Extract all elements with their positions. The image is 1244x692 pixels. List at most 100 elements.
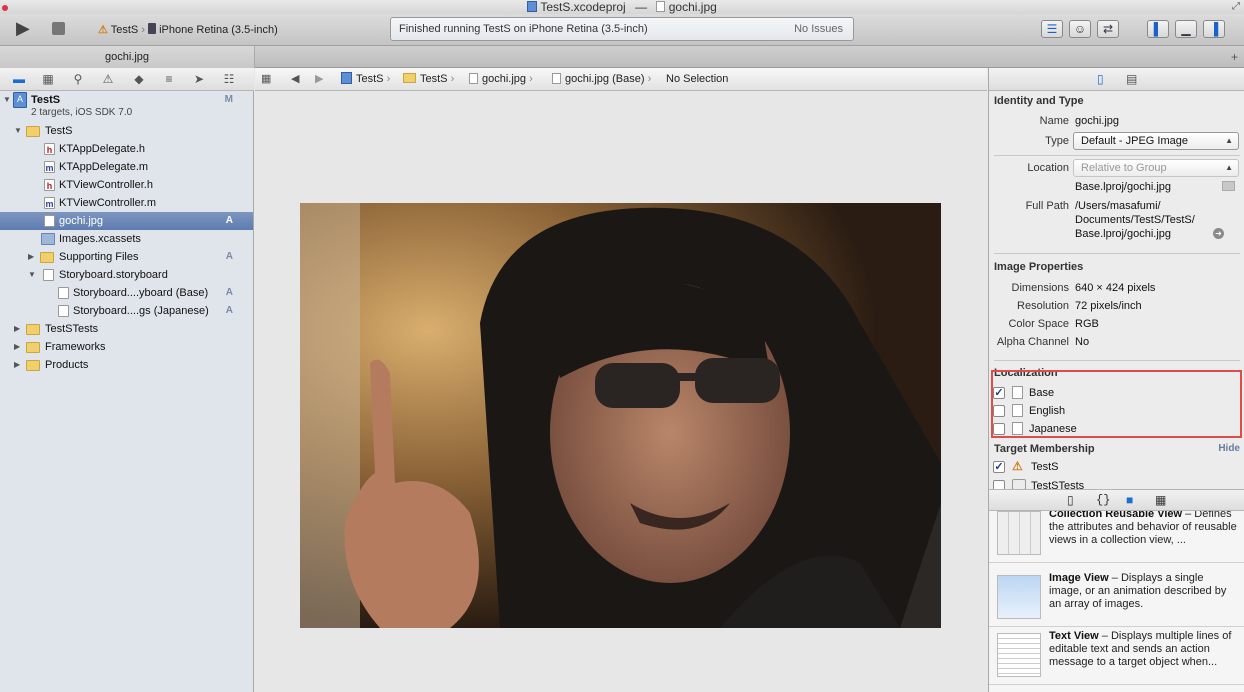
type-popup-value: Default - JPEG Image (1081, 135, 1188, 147)
breadcrumb-group[interactable]: TestS › (403, 68, 454, 90)
assistant-editor-button[interactable]: ☺ (1069, 20, 1091, 38)
toolbar: ▶ ⚠ TestS › iPhone Retina (3.5-inch) Fin… (0, 14, 1244, 46)
type-popup[interactable]: Default - JPEG Image ▲ (1073, 132, 1239, 150)
image-properties-title: Image Properties (994, 261, 1084, 273)
related-items-icon[interactable]: ▦ (261, 68, 271, 90)
toggle-utilities-button[interactable]: ▐ (1203, 20, 1225, 38)
disclosure-open-icon[interactable]: ▼ (14, 122, 24, 140)
file-template-icon[interactable]: ▯ (1067, 493, 1074, 507)
issues-text[interactable]: No Issues (794, 18, 843, 40)
alpha-label: Alpha Channel (996, 336, 1069, 348)
localization-label-base: Base (1029, 387, 1055, 399)
header-file-icon: h (44, 143, 55, 155)
log-navigator-icon[interactable]: ☷ (221, 72, 237, 86)
tree-item-label: Products (45, 359, 89, 371)
disclosure-closed-icon[interactable]: ▶ (14, 338, 24, 356)
window-controls[interactable] (2, 0, 11, 14)
project-navigator-icon[interactable]: ▬ (11, 72, 27, 86)
reveal-folder-icon[interactable] (1222, 181, 1235, 191)
library-item-image-view[interactable]: Image View – Displays a single image, or… (989, 569, 1244, 627)
location-popup[interactable]: Relative to Group ▲ (1073, 159, 1239, 177)
close-window-button[interactable] (2, 5, 8, 11)
title-separator: – (1108, 572, 1121, 584)
standard-editor-button[interactable]: ☰ (1041, 20, 1063, 38)
name-label: Name (1039, 115, 1069, 127)
localization-checkbox-japanese[interactable] (993, 423, 1005, 435)
toggle-debug-area-button[interactable]: ▁ (1175, 20, 1197, 38)
project-subtitle: 2 targets, iOS SDK 7.0 (31, 107, 133, 118)
tree-item-images-xcassets[interactable]: Images.xcassets (0, 230, 253, 248)
tree-item-label: KTAppDelegate.h (59, 143, 146, 155)
media-library-icon[interactable]: ▦ (1155, 493, 1166, 507)
tree-item-viewcontroller-m[interactable]: m KTViewController.m (0, 194, 253, 212)
library-item-title: Image View (1049, 572, 1109, 584)
fullscreen-icon[interactable]: ⤢ (1232, 0, 1240, 14)
back-arrow-icon[interactable]: ◀ (291, 68, 299, 90)
breadcrumb-file[interactable]: gochi.jpg › (469, 68, 533, 90)
breadcrumb-project[interactable]: TestS › (341, 68, 390, 90)
dimensions-value: 640 × 424 pixels (1075, 282, 1156, 294)
target-checkbox-tests[interactable]: ✓ (993, 461, 1005, 473)
resolution-value: 72 pixels/inch (1075, 300, 1142, 312)
library-item-title: Text View (1049, 630, 1099, 642)
localization-checkbox-english[interactable] (993, 405, 1005, 417)
scheme-label: TestS (110, 24, 139, 36)
tab-gochi[interactable]: gochi.jpg (0, 46, 255, 68)
tree-item-storyboard-japanese[interactable]: Storyboard....gs (Japanese) A (0, 302, 253, 320)
breadcrumb-label: gochi.jpg (Base) (565, 73, 645, 85)
tree-item-appdelegate-m[interactable]: m KTAppDelegate.m (0, 158, 253, 176)
target-checkbox-teststests[interactable] (993, 480, 1005, 489)
symbol-navigator-icon[interactable]: ▦ (40, 72, 56, 86)
tree-item-gochi-jpg[interactable]: gochi.jpg A (0, 212, 253, 230)
disclosure-closed-icon[interactable]: ▶ (14, 320, 24, 338)
breadcrumb-label: gochi.jpg (482, 73, 527, 85)
chevron-right-icon: › (529, 73, 533, 85)
localization-checkbox-base[interactable]: ✓ (993, 387, 1005, 399)
issue-navigator-icon[interactable]: ⚠ (100, 72, 116, 86)
debug-navigator-icon[interactable]: ≡ (161, 72, 177, 86)
test-navigator-icon[interactable]: ◆ (131, 72, 147, 86)
tree-item-storyboard[interactable]: ▼ Storyboard.storyboard (0, 266, 253, 284)
tree-item-supporting-files[interactable]: ▶ Supporting Files A (0, 248, 253, 266)
run-button[interactable]: ▶ (16, 18, 30, 39)
chevron-right-icon: › (141, 24, 149, 36)
fullpath-line3: Base.lproj/gochi.jpg (1075, 228, 1172, 240)
folder-icon (26, 126, 40, 137)
breadcrumb-label: TestS (420, 73, 448, 85)
name-value[interactable]: gochi.jpg (1075, 115, 1119, 127)
tree-item-storyboard-base[interactable]: Storyboard....yboard (Base) A (0, 284, 253, 302)
hide-section-button[interactable]: Hide (1218, 443, 1240, 454)
toggle-navigator-button[interactable]: ▌ (1147, 20, 1169, 38)
type-label: Type (1045, 135, 1069, 147)
breadcrumb-selection[interactable]: No Selection (666, 68, 728, 90)
breadcrumb-localization[interactable]: gochi.jpg (Base) › (552, 68, 651, 90)
tree-item-teststests[interactable]: ▶ TestSTests (0, 320, 253, 338)
tree-item-tests-group[interactable]: ▼ TestS (0, 122, 253, 140)
tree-item-frameworks[interactable]: ▶ Frameworks (0, 338, 253, 356)
file-inspector-icon[interactable]: ▯ (1097, 72, 1104, 86)
divider (994, 155, 1240, 156)
quick-help-icon[interactable]: ▤ (1126, 72, 1137, 86)
reveal-in-finder-icon[interactable]: ➜ (1213, 228, 1224, 239)
image-file-icon (1012, 404, 1023, 417)
tree-item-appdelegate-h[interactable]: h KTAppDelegate.h (0, 140, 253, 158)
object-library-icon[interactable]: ■ (1126, 493, 1133, 507)
tree-item-products[interactable]: ▶ Products (0, 356, 253, 374)
navigator-selector-bar: ▬ ▦ ⚲ ⚠ ◆ ≡ ➤ ☷ (0, 68, 254, 91)
breakpoint-navigator-icon[interactable]: ➤ (191, 72, 207, 86)
library-item-text-view[interactable]: Text View – Displays multiple lines of e… (989, 627, 1244, 685)
tree-item-viewcontroller-h[interactable]: h KTViewController.h (0, 176, 253, 194)
version-editor-button[interactable]: ⇄ (1097, 20, 1119, 38)
add-tab-icon[interactable]: + (1231, 50, 1238, 64)
scheme-selector[interactable]: ⚠ TestS › iPhone Retina (3.5-inch) (98, 23, 278, 36)
disclosure-open-icon[interactable]: ▼ (3, 91, 13, 109)
disclosure-open-icon[interactable]: ▼ (28, 266, 38, 284)
library-item-collection-reusable-view[interactable]: Collection Reusable View – Defines the a… (989, 511, 1244, 563)
disclosure-closed-icon[interactable]: ▶ (14, 356, 24, 374)
scheme-icon: ⚠ (98, 24, 108, 36)
stop-button[interactable] (52, 22, 65, 35)
disclosure-closed-icon[interactable]: ▶ (28, 248, 38, 266)
code-snippet-icon[interactable]: {} (1096, 493, 1110, 507)
search-navigator-icon[interactable]: ⚲ (70, 72, 86, 86)
forward-arrow-icon[interactable]: ▶ (315, 68, 323, 90)
